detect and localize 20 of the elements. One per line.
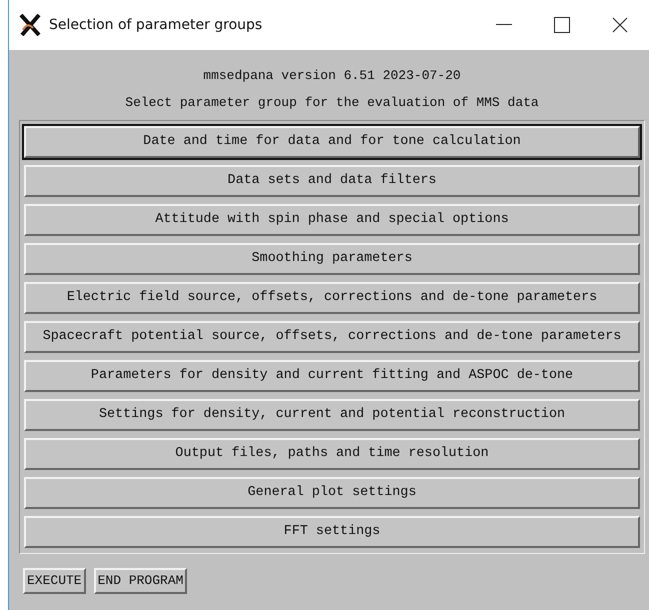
minimize-icon[interactable] bbox=[496, 24, 512, 26]
prompt-text: Select parameter group for the evaluation of MMS data bbox=[124, 94, 540, 112]
parameter-group-button[interactable]: General plot settings bbox=[24, 477, 640, 509]
end-program-button[interactable]: END PROGRAM bbox=[94, 568, 188, 594]
parameter-group-button[interactable]: Attitude with spin phase and special options bbox=[24, 204, 640, 236]
execute-button[interactable]: EXECUTE bbox=[23, 568, 86, 594]
parameter-group-button[interactable]: Data sets and data filters bbox=[24, 165, 640, 197]
parameter-group-button[interactable]: Date and time for data and for tone calculation bbox=[24, 126, 640, 158]
parameter-group-button[interactable]: Parameters for density and current fitting and ASPOC de-tone bbox=[24, 360, 640, 392]
parameter-group-button[interactable]: Settings for density, current and potential reconstruction bbox=[24, 399, 640, 431]
parameter-group-button[interactable]: Electric field source, offsets, corrections and de-tone parameters bbox=[24, 282, 640, 314]
version-text: mmsedpana version 6.51 2023-07-20 bbox=[202, 67, 462, 85]
parameter-group-button[interactable]: FFT settings bbox=[24, 516, 640, 548]
x-logo-icon bbox=[19, 14, 43, 36]
parameter-group-button[interactable]: Output files, paths and time resolution bbox=[24, 438, 640, 470]
parameter-group-button[interactable]: Smoothing parameters bbox=[24, 243, 640, 275]
close-icon[interactable] bbox=[612, 17, 628, 33]
parameter-group-button[interactable]: Spacecraft potential source, offsets, corrections and de-tone parameters bbox=[24, 321, 640, 353]
maximize-icon[interactable] bbox=[554, 17, 570, 33]
window-title: Selection of parameter groups bbox=[49, 16, 264, 34]
